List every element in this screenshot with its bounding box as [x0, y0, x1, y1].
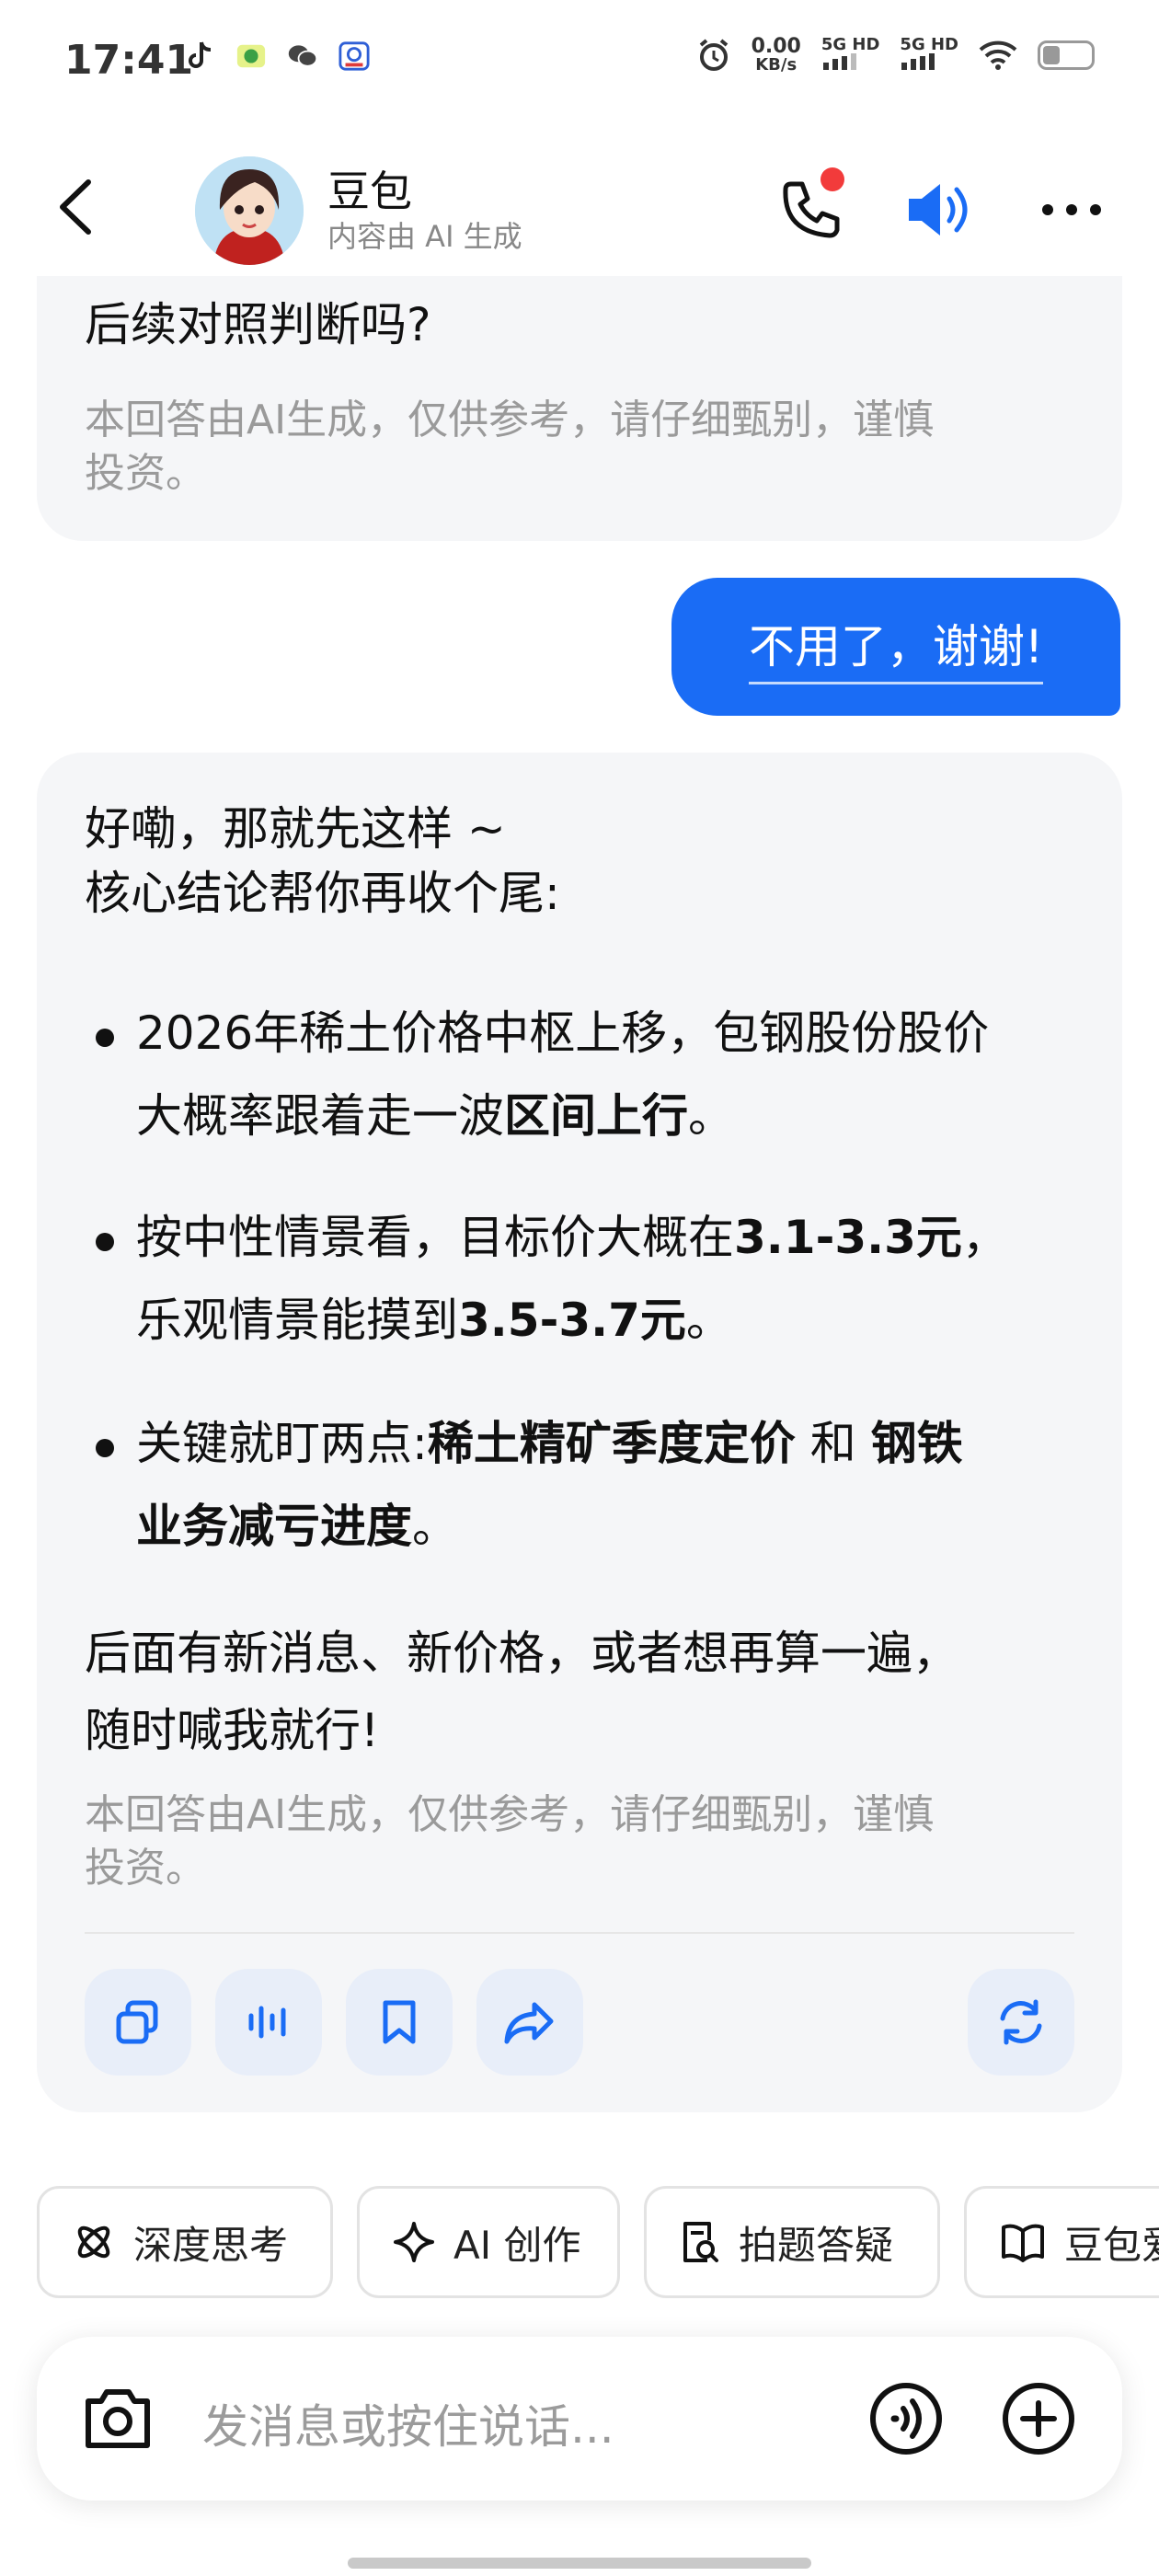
network-speed: 0.00 KB/s: [751, 35, 801, 75]
ai-message: 好嘞，那就先这样 ~ 核心结论帮你再收个尾: 2026年稀土价格中枢上移，包钢股…: [37, 753, 1122, 2112]
chat-header: 豆包 内容由 AI 生成: [0, 138, 1159, 276]
bank-app-icon: [339, 40, 370, 72]
plus-icon[interactable]: [1001, 2381, 1076, 2456]
book-icon: [1002, 2224, 1044, 2262]
status-bar: 17:41 0.00 KB/s 5G HD 5G HD: [0, 0, 1159, 120]
chip-doubao-more[interactable]: 豆包爱: [964, 2186, 1159, 2298]
bookmark-button[interactable]: [346, 1969, 453, 2076]
share-icon: [504, 2002, 554, 2044]
speaker-icon[interactable]: [901, 173, 975, 247]
quick-action-chips: 深度思考 AI 创作 拍题答疑 豆包爱: [37, 2186, 1159, 2298]
sparkle-icon: [394, 2222, 434, 2262]
wifi-icon: [979, 40, 1017, 70]
chip-deep-thinking[interactable]: 深度思考: [37, 2186, 333, 2298]
ai-message-previous: 后续对照判断吗? 本回答由AI生成，仅供参考，请仔细甄别，谨慎 投资。: [37, 276, 1122, 541]
divider: [85, 1932, 1074, 1934]
voice-wave-icon[interactable]: [868, 2381, 944, 2456]
back-arrow-icon[interactable]: [46, 175, 110, 239]
home-indicator[interactable]: [348, 2558, 811, 2569]
signal-bars-icon: [822, 53, 856, 70]
ai-reply-closing: 后面有新消息、新价格，或者想再算一遍，: [85, 1627, 958, 1680]
ai-reply-line: 核心结论帮你再收个尾:: [85, 867, 560, 920]
signal-bars-icon: [901, 53, 935, 70]
app-icon: [235, 40, 267, 72]
system-status: 0.00 KB/s 5G HD 5G HD: [696, 37, 1095, 74]
ai-disclaimer: 本回答由AI生成，仅供参考，请仔细甄别，谨慎 投资。: [85, 1791, 935, 1892]
battery-icon: [1038, 40, 1095, 70]
message-input-bar: 发消息或按住说话...: [37, 2337, 1122, 2501]
notification-icons: [184, 40, 370, 72]
voice-play-button[interactable]: [215, 1969, 322, 2076]
copy-button[interactable]: [85, 1969, 191, 2076]
user-message-text: 不用了，谢谢!: [748, 610, 1044, 684]
alarm-icon: [699, 39, 728, 71]
more-icon[interactable]: [1035, 191, 1108, 228]
wechat-icon: [287, 40, 318, 72]
notification-dot: [820, 167, 844, 191]
copy-icon: [116, 2000, 158, 2044]
status-time: 17:41: [64, 37, 194, 84]
search-document-icon: [683, 2222, 718, 2262]
chip-ai-create[interactable]: AI 创作: [357, 2186, 620, 2298]
camera-icon[interactable]: [81, 2383, 155, 2453]
avatar[interactable]: [195, 156, 304, 265]
user-message[interactable]: 不用了，谢谢!: [671, 578, 1120, 716]
voice-play-icon: [248, 2006, 286, 2039]
bullet-dot: [96, 1233, 114, 1251]
tiktok-icon: [184, 40, 215, 72]
atom-icon: [77, 2225, 110, 2259]
bot-name: 豆包: [327, 167, 412, 216]
ai-message-text: 后续对照判断吗?: [85, 298, 431, 351]
ai-disclaimer: 本回答由AI生成，仅供参考，请仔细甄别，谨慎 投资。: [85, 397, 935, 497]
message-input[interactable]: 发消息或按住说话...: [202, 2390, 614, 2456]
regenerate-icon: [1000, 1999, 1042, 2045]
share-button[interactable]: [476, 1969, 583, 2076]
bullet-dot: [96, 1439, 114, 1457]
regenerate-button[interactable]: [968, 1969, 1074, 2076]
bullet-dot: [96, 1029, 114, 1047]
ai-reply-closing: 随时喊我就行!: [85, 1704, 380, 1757]
signal-1: 5G HD: [821, 37, 879, 74]
signal-2: 5G HD: [900, 37, 958, 74]
bot-subtitle: 内容由 AI 生成: [327, 219, 522, 254]
chip-photo-question[interactable]: 拍题答疑: [644, 2186, 940, 2298]
bookmark-icon: [383, 2000, 416, 2044]
